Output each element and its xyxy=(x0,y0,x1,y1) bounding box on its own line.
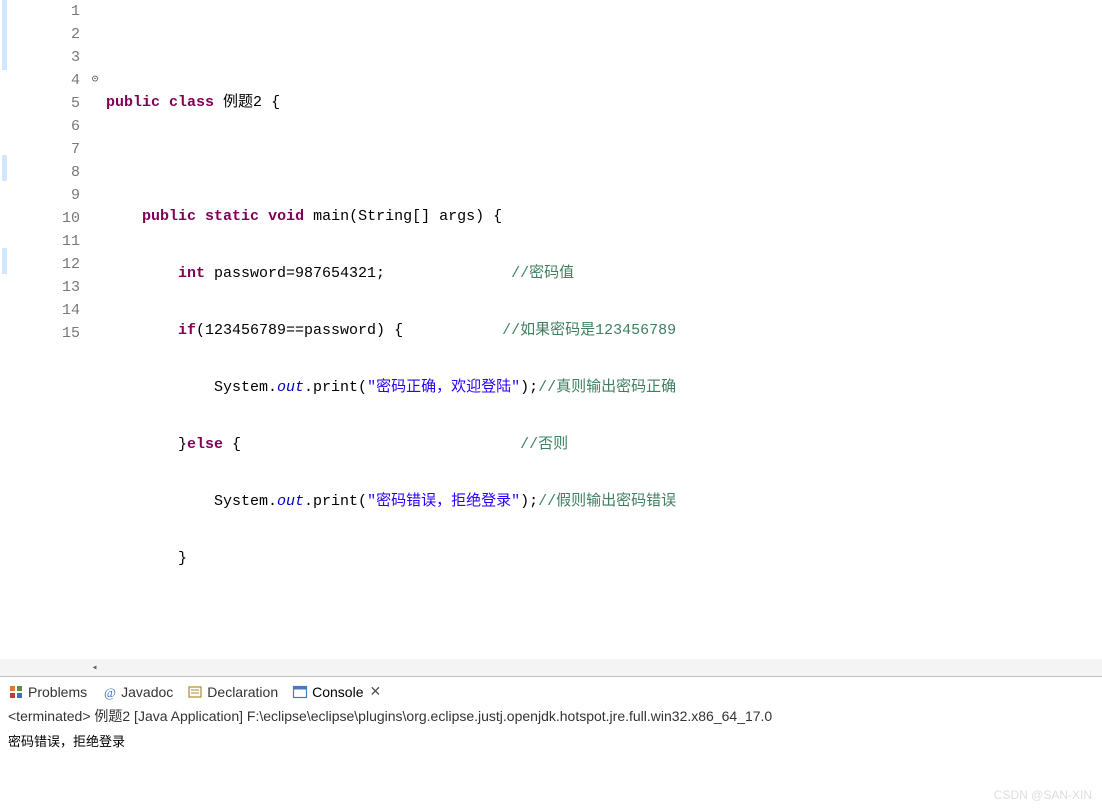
line-number-gutter: 1 2 3 4 5 6 7 8 9 10 11 12 13 14 15 xyxy=(36,0,86,659)
tab-console[interactable]: Console ✕ xyxy=(292,683,381,700)
line-number: 4 xyxy=(36,69,86,92)
line-number: 7 xyxy=(36,138,86,161)
horizontal-scrollbar[interactable]: ◂ xyxy=(0,659,1102,676)
console-output-text: 密码错误，拒绝登录 xyxy=(8,734,125,749)
line-number: 8 xyxy=(36,161,86,184)
line-number: 2 xyxy=(36,23,86,46)
line-number: 1 xyxy=(36,0,86,23)
code-line[interactable]: System.out.print("密码正确，欢迎登陆");//真则输出密码正确 xyxy=(104,376,1102,399)
declaration-icon xyxy=(187,684,203,700)
annotation-ruler: ⊝ xyxy=(86,0,104,659)
line-number: 5 xyxy=(36,92,86,115)
tab-javadoc[interactable]: @ Javadoc xyxy=(101,684,173,700)
svg-text:@: @ xyxy=(104,685,116,700)
code-line[interactable]: int password=987654321; //密码值 xyxy=(104,262,1102,285)
tab-declaration[interactable]: Declaration xyxy=(187,684,278,700)
line-number: 14 xyxy=(36,299,86,322)
scroll-left-icon[interactable]: ◂ xyxy=(86,659,103,676)
code-line[interactable]: public static void main(String[] args) { xyxy=(104,205,1102,228)
line-number: 15 xyxy=(36,322,86,345)
code-line[interactable]: }else { //否则 xyxy=(104,433,1102,456)
code-line[interactable] xyxy=(104,604,1102,627)
line-number: 12 xyxy=(36,253,86,276)
code-line[interactable]: public class 例题2 { xyxy=(104,91,1102,114)
line-number: 9 xyxy=(36,184,86,207)
console-icon xyxy=(292,684,308,700)
line-number: 10 xyxy=(36,207,86,230)
tab-problems[interactable]: Problems xyxy=(8,684,87,700)
code-editor[interactable]: 1 2 3 4 5 6 7 8 9 10 11 12 13 14 15 ⊝ pu… xyxy=(0,0,1102,659)
line-number: 3 xyxy=(36,46,86,69)
override-marker-icon: ⊝ xyxy=(86,69,104,92)
marker-bar xyxy=(0,0,36,659)
tab-label: Problems xyxy=(28,684,87,700)
code-content[interactable]: public class 例题2 { public static void ma… xyxy=(104,0,1102,659)
code-line[interactable]: if(123456789==password) { //如果密码是1234567… xyxy=(104,319,1102,342)
tab-label: Javadoc xyxy=(121,684,173,700)
console-status-line: <terminated> 例题2 [Java Application] F:\e… xyxy=(0,704,1102,728)
code-line[interactable] xyxy=(104,148,1102,171)
code-line[interactable] xyxy=(104,34,1102,57)
line-number: 6 xyxy=(36,115,86,138)
code-line[interactable]: } xyxy=(104,547,1102,570)
close-icon[interactable]: ✕ xyxy=(370,683,382,700)
console-output[interactable]: 密码错误，拒绝登录 xyxy=(0,728,1102,808)
javadoc-icon: @ xyxy=(101,684,117,700)
bottom-panel-tabs: Problems @ Javadoc Declaration Console ✕ xyxy=(0,676,1102,704)
line-number: 11 xyxy=(36,230,86,253)
code-line[interactable]: System.out.print("密码错误，拒绝登录");//假则输出密码错误 xyxy=(104,490,1102,513)
tab-label: Console xyxy=(312,684,363,700)
watermark-text: CSDN @SAN-XIN xyxy=(994,788,1092,802)
line-number: 13 xyxy=(36,276,86,299)
problems-icon xyxy=(8,684,24,700)
tab-label: Declaration xyxy=(207,684,278,700)
